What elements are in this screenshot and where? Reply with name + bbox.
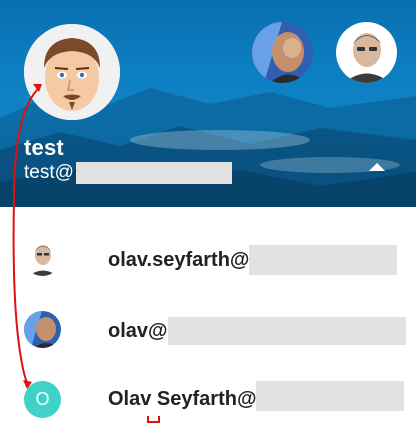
photo-avatar-icon: [336, 22, 397, 83]
account-row[interactable]: olav.seyfarth@: [0, 222, 416, 292]
account-switch-avatar-man[interactable]: [336, 22, 397, 83]
avatar-letter: O: [35, 389, 50, 409]
account-name-rest: Seyfarth@: [151, 387, 257, 410]
photo-avatar-icon: [24, 311, 61, 348]
account-avatar: [24, 311, 61, 348]
account-switch-avatar-blue[interactable]: [252, 22, 313, 83]
account-email: olav@: [108, 319, 168, 342]
redacted-block: [249, 245, 398, 275]
current-user-avatar[interactable]: [24, 24, 120, 120]
redacted-block: [75, 162, 232, 184]
account-email: olav.seyfarth@: [108, 248, 250, 271]
redacted-block: [256, 381, 405, 411]
account-row[interactable]: O Olav Seyfarth@: [0, 364, 416, 434]
cartoon-face-icon: [24, 24, 120, 120]
photo-avatar-icon: [24, 239, 61, 276]
redacted-block: [167, 317, 406, 345]
photo-avatar-icon: [252, 22, 313, 83]
account-header: test test@: [0, 0, 416, 207]
current-user-name: test: [24, 135, 64, 160]
letter-avatar: O: [24, 381, 61, 418]
account-row[interactable]: olav@: [0, 294, 416, 364]
collapse-accounts-arrow-icon[interactable]: [369, 163, 385, 171]
account-avatar: [24, 239, 61, 276]
current-user-email: test@: [24, 162, 232, 184]
email-prefix: test@: [24, 162, 74, 183]
account-name-first: Olav: [108, 387, 152, 410]
